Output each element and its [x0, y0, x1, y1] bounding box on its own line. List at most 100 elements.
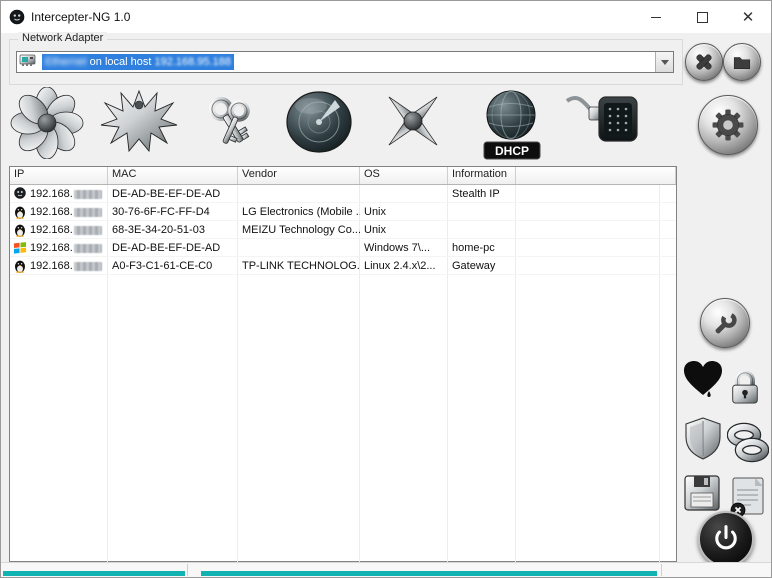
- scan-radar-icon[interactable]: [283, 88, 355, 161]
- hosts-table: IP MAC Vendor OS Information 192.168. DE…: [9, 166, 677, 562]
- table-row[interactable]: 192.168. 68-3E-34-20-51-03 MEIZU Technol…: [10, 221, 676, 239]
- wrench-icon: [715, 312, 737, 334]
- table-row[interactable]: 192.168. DE-AD-BE-EF-DE-AD Stealth IP: [10, 185, 676, 203]
- wrench-button[interactable]: [700, 298, 750, 348]
- info-cell: Stealth IP: [452, 188, 500, 200]
- table-body: 192.168. DE-AD-BE-EF-DE-AD Stealth IP 19…: [10, 185, 676, 562]
- maximize-button[interactable]: [679, 2, 725, 33]
- gear-icon: [712, 109, 744, 141]
- adapter-combobox[interactable]: Ethernet on local host 192.168.95.188: [16, 51, 674, 73]
- chevron-down-icon: [660, 59, 669, 65]
- window-title: Intercepter-NG 1.0: [31, 10, 131, 24]
- power-icon: [715, 525, 737, 550]
- app-window: Intercepter-NG 1.0 ✕ Network Adapter Eth…: [0, 0, 772, 578]
- save-button[interactable]: [682, 473, 722, 518]
- redacted-ip: [73, 189, 102, 199]
- minimize-button[interactable]: [633, 2, 679, 33]
- linux-icon: [14, 259, 27, 273]
- status-progress-left: [3, 571, 185, 576]
- adapter-selected-text: Ethernet on local host 192.168.95.188: [42, 54, 234, 70]
- vendor-cell: TP-LINK TECHNOLOG...: [242, 260, 360, 272]
- ip-cell: 192.168.: [30, 242, 73, 254]
- redacted-ip: [73, 225, 102, 235]
- column-header-filler: [516, 167, 676, 184]
- column-header-information[interactable]: Information: [448, 167, 516, 184]
- client-area: Network Adapter Ethernet on local host 1…: [1, 32, 771, 577]
- heartbleed-button[interactable]: [682, 359, 724, 404]
- settings-button[interactable]: [698, 95, 758, 155]
- os-cell: Unix: [364, 206, 387, 218]
- minimize-icon: [651, 16, 661, 18]
- stop-button[interactable]: [685, 43, 723, 81]
- os-cell: Unix: [364, 224, 387, 236]
- mac-cell: 30-76-6F-FC-FF-D4: [112, 206, 210, 218]
- redacted-ip: [73, 207, 102, 217]
- stealth-icon: [14, 187, 27, 201]
- vendor-cell: MEIZU Technology Co...: [242, 224, 360, 236]
- mac-cell: DE-AD-BE-EF-DE-AD: [112, 242, 221, 254]
- mac-cell: DE-AD-BE-EF-DE-AD: [112, 188, 221, 200]
- table-header: IP MAC Vendor OS Information: [10, 167, 676, 185]
- status-progress-mid: [201, 571, 657, 576]
- messenger-flower-icon[interactable]: [9, 86, 85, 164]
- shield-button[interactable]: [683, 416, 723, 465]
- title-bar: Intercepter-NG 1.0 ✕: [1, 1, 771, 34]
- column-header-ip[interactable]: IP: [10, 167, 108, 184]
- network-adapter-label: Network Adapter: [18, 32, 108, 44]
- windows-icon: [14, 241, 27, 255]
- smart-scan-swords-icon[interactable]: [373, 85, 453, 162]
- redacted-ip: [73, 243, 102, 253]
- nat-connector-icon[interactable]: [563, 89, 641, 158]
- ip-cell: 192.168.: [30, 206, 73, 218]
- vendor-cell: LG Electronics (Mobile ...: [242, 206, 360, 218]
- column-header-vendor[interactable]: Vendor: [238, 167, 360, 184]
- open-folder-button[interactable]: [723, 43, 761, 81]
- dhcp-globe-icon[interactable]: DHCP: [477, 88, 547, 169]
- mac-cell: 68-3E-34-20-51-03: [112, 224, 205, 236]
- app-icon: [9, 9, 25, 25]
- status-bar: [1, 562, 771, 577]
- os-cell: Linux 2.4.x\2...: [364, 260, 436, 272]
- network-adapter-group: Network Adapter Ethernet on local host 1…: [9, 32, 683, 85]
- status-divider: [661, 564, 662, 576]
- vendor-cell: [238, 239, 360, 256]
- x-icon: [696, 54, 712, 70]
- padlock-icon: [732, 370, 758, 404]
- ip-cell: 192.168.: [30, 188, 73, 200]
- rings-button[interactable]: [726, 422, 770, 469]
- column-header-os[interactable]: OS: [360, 167, 448, 184]
- lock-button[interactable]: [728, 367, 762, 412]
- phoenix-icon[interactable]: [99, 85, 179, 164]
- adapter-dropdown-button[interactable]: [655, 52, 673, 72]
- floppy-icon: [684, 475, 720, 511]
- rings-icon: [726, 422, 770, 463]
- redacted-ip: [73, 261, 102, 271]
- folder-icon: [733, 57, 751, 69]
- network-card-icon: [19, 53, 39, 72]
- linux-icon: [14, 205, 27, 219]
- os-cell: [360, 185, 448, 202]
- keys-icon[interactable]: [191, 87, 267, 164]
- heartbleed-heart-icon: [684, 361, 722, 397]
- info-cell: Gateway: [452, 260, 496, 272]
- info-cell: [448, 221, 516, 238]
- vendor-cell: [238, 185, 360, 202]
- info-cell: home-pc: [452, 242, 495, 254]
- close-icon: ✕: [741, 8, 755, 26]
- dhcp-badge-label: DHCP: [495, 144, 529, 158]
- table-row[interactable]: 192.168. 30-76-6F-FC-FF-D4 LG Electronic…: [10, 203, 676, 221]
- table-row[interactable]: 192.168. A0-F3-C1-61-CE-C0 TP-LINK TECHN…: [10, 257, 676, 275]
- linux-icon: [14, 223, 27, 237]
- ip-cell: 192.168.: [30, 224, 73, 236]
- column-header-mac[interactable]: MAC: [108, 167, 238, 184]
- table-row[interactable]: 192.168. DE-AD-BE-EF-DE-AD Windows 7\...…: [10, 239, 676, 257]
- shield-icon: [685, 417, 721, 460]
- ip-cell: 192.168.: [30, 260, 73, 272]
- close-button[interactable]: ✕: [725, 2, 771, 33]
- power-button[interactable]: [698, 511, 754, 567]
- info-cell: [448, 203, 516, 220]
- maximize-icon: [696, 11, 708, 23]
- os-cell: Windows 7\...: [364, 242, 431, 254]
- status-divider: [187, 564, 188, 576]
- mac-cell: A0-F3-C1-61-CE-C0: [112, 260, 213, 272]
